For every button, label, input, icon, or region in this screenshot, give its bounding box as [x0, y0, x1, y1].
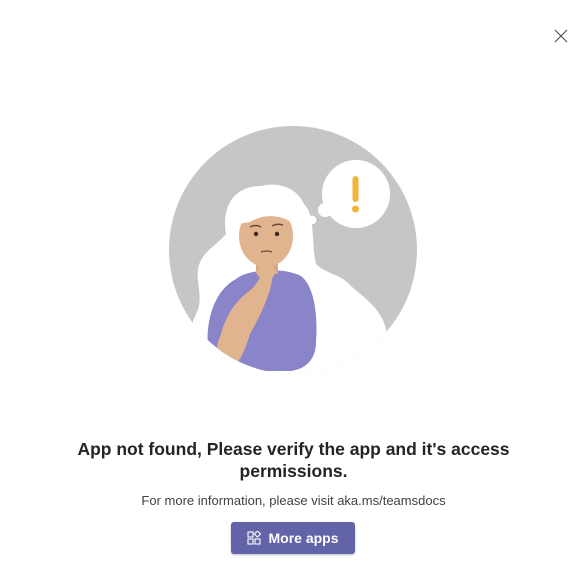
thought-bubble-small: [307, 215, 317, 225]
info-text: For more information, please visit aka.m…: [141, 493, 446, 508]
app-not-found-dialog: App not found, Please verify the app and…: [0, 0, 587, 575]
apps-grid-icon: [247, 531, 262, 545]
hand-shape: [257, 264, 275, 280]
close-button[interactable]: [550, 25, 572, 47]
message-block: App not found, Please verify the app and…: [40, 438, 547, 509]
error-title: App not found, Please verify the app and…: [77, 439, 510, 481]
close-icon: [554, 29, 568, 43]
left-eye: [253, 231, 259, 237]
more-apps-button[interactable]: More apps: [231, 522, 355, 554]
right-eye: [274, 231, 280, 237]
exclamation-icon: [352, 176, 359, 202]
exclamation-dot: [352, 205, 359, 213]
more-apps-label: More apps: [268, 530, 339, 546]
person-thinking-illustration: [169, 126, 417, 374]
